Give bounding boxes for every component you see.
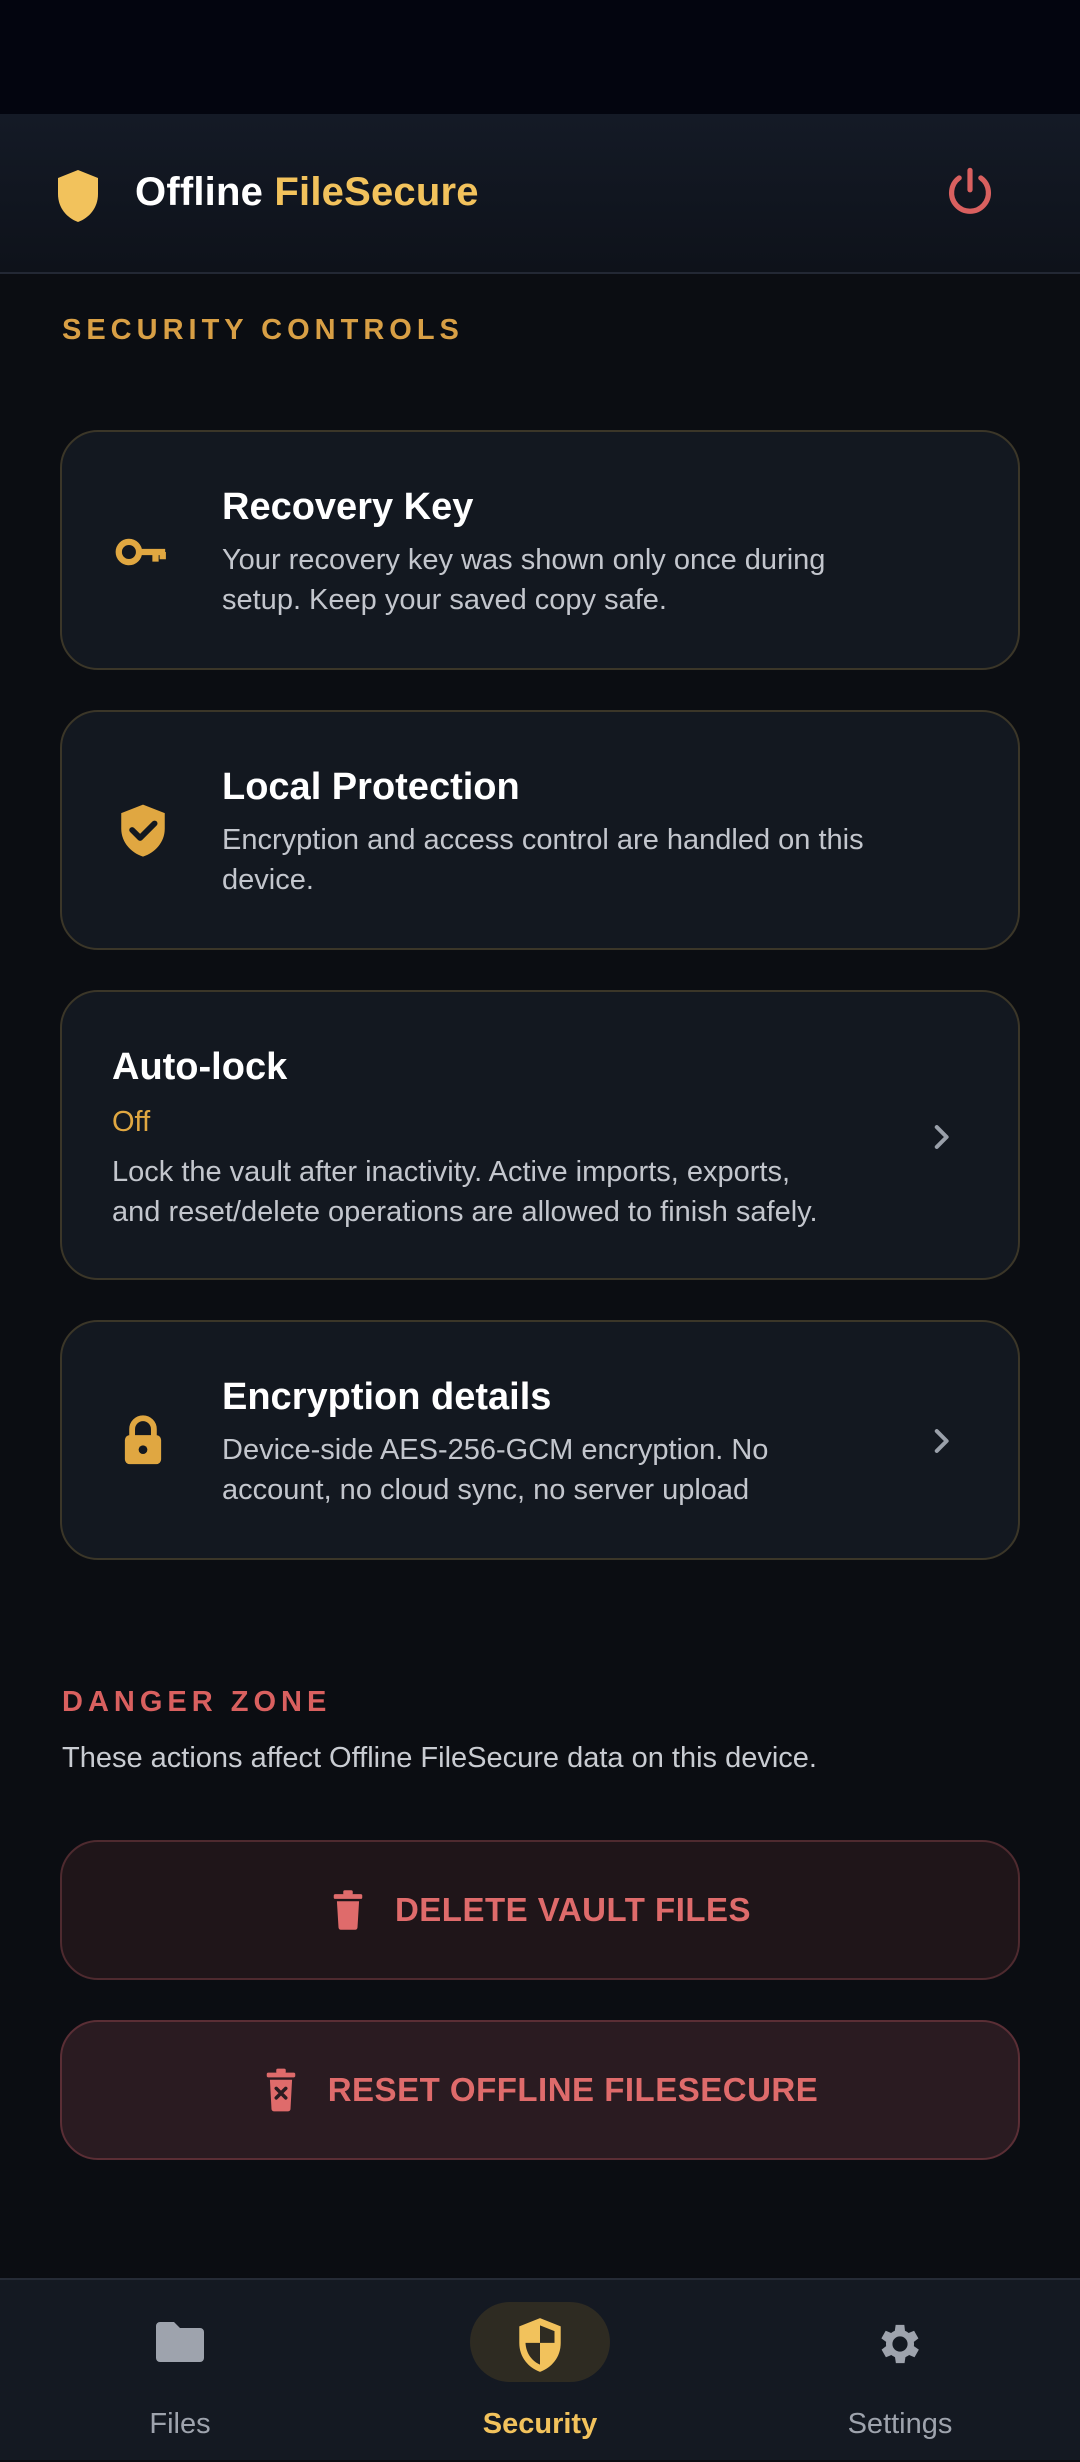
trash-x-icon <box>266 2068 295 2112</box>
chevron-right-icon <box>934 1125 949 1149</box>
delete-vault-files-button[interactable]: DELETE VAULT FILES <box>60 1840 1020 1980</box>
nav-label-security: Security <box>482 2408 598 2440</box>
app-title-part1: Offline <box>135 170 264 214</box>
card-desc-line1: Device-side AES-256-GCM encryption. No <box>222 1434 769 1466</box>
card-desc-line1: Lock the vault after inactivity. Active … <box>112 1156 791 1188</box>
card-title: Local Protection <box>222 766 520 808</box>
bottom-navigation: Files Security Settings <box>0 2278 1080 2460</box>
button-label: RESET OFFLINE FILESECURE <box>327 2071 819 2108</box>
lock-icon <box>124 1415 162 1465</box>
gear-icon <box>881 2324 919 2364</box>
local-protection-card[interactable]: Local Protection Encryption and access c… <box>60 710 1020 950</box>
app-title-part2: FileSecure <box>274 170 479 214</box>
card-desc-line1: Encryption and access control are handle… <box>222 824 864 856</box>
auto-lock-card[interactable]: Auto-lock Off Lock the vault after inact… <box>60 990 1020 1280</box>
encryption-details-card[interactable]: Encryption details Device-side AES-256-G… <box>60 1320 1020 1560</box>
app-title: Offline FileSecure <box>135 170 479 215</box>
card-desc-line2: account, no cloud sync, no server upload <box>222 1474 750 1506</box>
reset-offline-filesecure-button[interactable]: RESET OFFLINE FILESECURE <box>60 2020 1020 2160</box>
chevron-right-icon <box>934 1429 949 1453</box>
shield-check-icon <box>121 804 165 857</box>
card-desc-line2: and reset/delete operations are allowed … <box>112 1196 818 1228</box>
card-desc-line2: device. <box>222 864 314 896</box>
nav-item-security[interactable]: Security <box>360 2280 720 2462</box>
key-icon <box>115 538 166 566</box>
app-bar: Offline FileSecure <box>0 114 1080 274</box>
card-desc-line1: Your recovery key was shown only once du… <box>222 544 826 576</box>
card-title: Auto-lock <box>112 1046 288 1088</box>
nav-item-settings[interactable]: Settings <box>720 2280 1080 2462</box>
nav-item-files[interactable]: Files <box>0 2280 360 2462</box>
auto-lock-status: Off <box>112 1106 151 1138</box>
card-title: Encryption details <box>222 1376 552 1418</box>
card-desc-line2: setup. Keep your saved copy safe. <box>222 584 667 616</box>
danger-zone-description: These actions affect Offline FileSecure … <box>62 1742 817 1774</box>
nav-label-settings: Settings <box>847 2408 953 2440</box>
security-controls-label: SECURITY CONTROLS <box>62 314 464 346</box>
card-title: Recovery Key <box>222 486 474 528</box>
button-label: DELETE VAULT FILES <box>394 1891 752 1928</box>
recovery-key-card[interactable]: Recovery Key Your recovery key was shown… <box>60 430 1020 670</box>
shield-half-icon <box>519 2318 561 2372</box>
shield-icon <box>58 170 98 222</box>
power-icon[interactable] <box>944 166 996 218</box>
trash-icon <box>333 1890 363 1930</box>
danger-zone-label: DANGER ZONE <box>62 1686 332 1718</box>
nav-label-files: Files <box>149 2408 211 2440</box>
status-bar <box>0 0 1080 114</box>
folder-icon <box>156 2322 204 2362</box>
